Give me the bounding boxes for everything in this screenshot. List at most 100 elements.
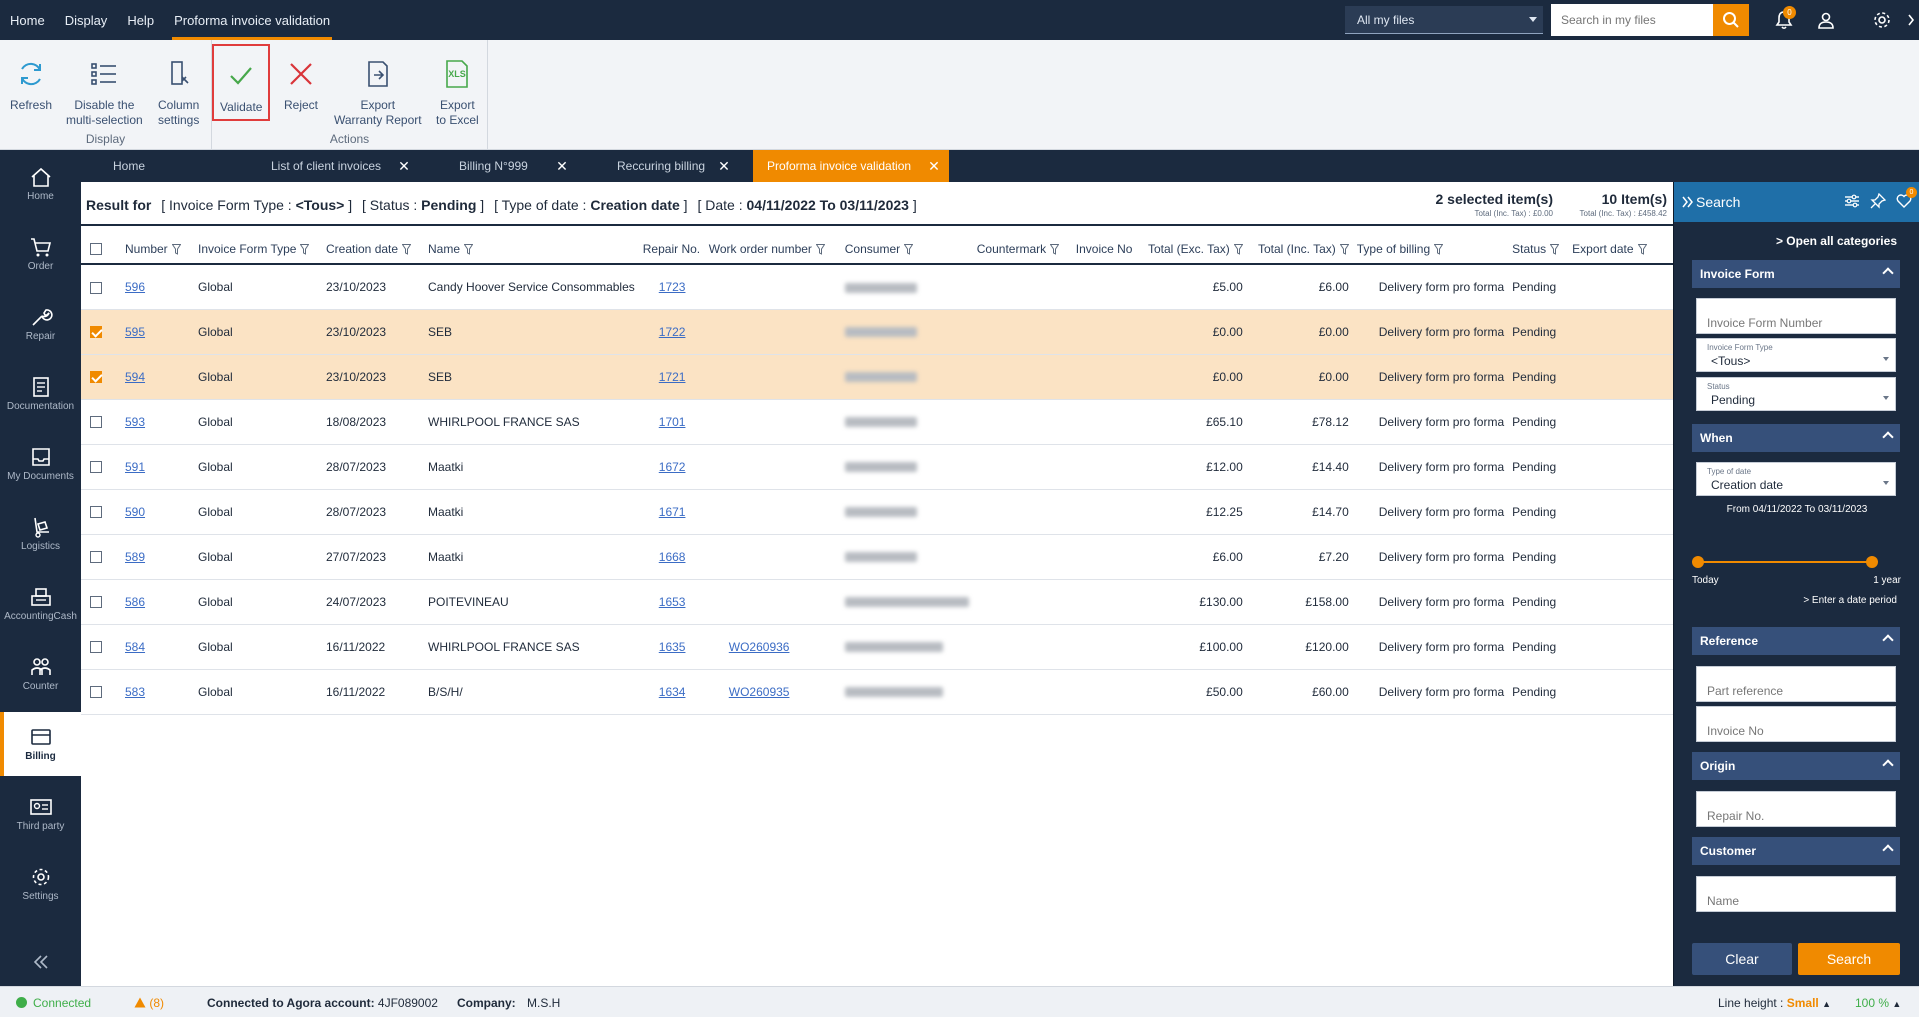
column-header-number[interactable]: Number bbox=[121, 234, 194, 265]
customer-name-input[interactable] bbox=[1696, 876, 1896, 912]
file-scope-select[interactable]: All my files bbox=[1345, 6, 1543, 34]
row-checkbox[interactable] bbox=[90, 506, 102, 519]
table-row[interactable]: 589 Global 27/07/2023 Maatki 1668 £6.00 £7.20 D… bbox=[81, 534, 1673, 580]
disable-multi-selection-button[interactable]: Disable the multi-selection bbox=[66, 44, 143, 128]
invoice-number-link[interactable]: 586 bbox=[125, 595, 145, 609]
work-order-link[interactable]: WO260935 bbox=[729, 685, 790, 699]
validate-button[interactable]: Validate bbox=[211, 44, 271, 121]
column-header-work-order-number[interactable]: Work order number bbox=[704, 234, 841, 265]
filter-icon[interactable] bbox=[1233, 243, 1243, 255]
menu-proforma-invoice-validation[interactable]: Proforma invoice validation bbox=[164, 0, 340, 40]
repair-number-link[interactable]: 1672 bbox=[659, 460, 686, 474]
invoice-number-link[interactable]: 594 bbox=[125, 370, 145, 384]
zoom-setting[interactable]: 100 % ▲ bbox=[1855, 996, 1901, 1010]
search-button[interactable]: Search bbox=[1798, 943, 1900, 975]
repair-number-link[interactable]: 1635 bbox=[659, 640, 686, 654]
tab-list-of-client-invoices[interactable]: List of client invoices ✕ bbox=[239, 150, 419, 182]
filter-icon[interactable] bbox=[171, 243, 181, 255]
type-of-date-select[interactable]: Type of date Creation date bbox=[1696, 462, 1896, 496]
nav-my-documents[interactable]: My Documents bbox=[0, 432, 81, 496]
filter-icon[interactable] bbox=[1550, 243, 1560, 255]
invoice-form-type-select[interactable]: Invoice Form Type <Tous> bbox=[1696, 338, 1896, 372]
invoice-number-link[interactable]: 596 bbox=[125, 280, 145, 294]
notifications-button[interactable]: 0 bbox=[1763, 0, 1805, 40]
line-height-setting[interactable]: Line height : Small ▲ bbox=[1718, 996, 1831, 1010]
table-row[interactable]: 596 Global 23/10/2023 Candy Hoover Service … bbox=[81, 264, 1673, 310]
nav-settings[interactable]: Settings bbox=[0, 852, 81, 916]
clear-button[interactable]: Clear bbox=[1692, 943, 1792, 975]
invoice-number-link[interactable]: 593 bbox=[125, 415, 145, 429]
global-search-input[interactable] bbox=[1551, 4, 1713, 36]
nav-third-party[interactable]: Third party bbox=[0, 782, 81, 846]
filter-icon[interactable] bbox=[815, 243, 825, 255]
invoice-number-link[interactable]: 595 bbox=[125, 325, 145, 339]
repair-number-link[interactable]: 1634 bbox=[659, 685, 686, 699]
repair-number-link[interactable]: 1722 bbox=[659, 325, 686, 339]
section-origin[interactable]: Origin bbox=[1692, 752, 1900, 780]
tab-home[interactable]: Home bbox=[81, 150, 211, 182]
open-all-categories-link[interactable]: > Open all categories bbox=[1776, 234, 1897, 248]
column-header-type-of-billing[interactable]: Type of billing bbox=[1352, 234, 1509, 265]
column-header-total-exc-tax[interactable]: Total (Exc. Tax) bbox=[1138, 234, 1247, 265]
table-row[interactable]: 586 Global 24/07/2023 POITEVINEAU 1653 £130.0… bbox=[81, 579, 1673, 625]
invoice-number-link[interactable]: 589 bbox=[125, 550, 145, 564]
date-slider-start-handle[interactable] bbox=[1692, 556, 1704, 568]
status-select[interactable]: Status Pending bbox=[1696, 377, 1896, 411]
nav-home[interactable]: Home bbox=[0, 152, 81, 216]
nav-documentation[interactable]: Documentation bbox=[0, 362, 81, 426]
filter-icon[interactable] bbox=[300, 243, 310, 255]
double-chevron-right-icon[interactable] bbox=[1682, 196, 1694, 208]
column-settings-button[interactable]: Column settings bbox=[158, 44, 199, 128]
filter-icon[interactable] bbox=[402, 243, 412, 255]
column-header-consumer[interactable]: Consumer bbox=[840, 234, 973, 265]
nav-billing[interactable]: Billing bbox=[0, 712, 81, 776]
close-icon[interactable]: ✕ bbox=[555, 159, 569, 173]
user-button[interactable] bbox=[1805, 0, 1847, 40]
global-search-button[interactable] bbox=[1713, 4, 1749, 36]
tab-billing-999[interactable]: Billing N°999 ✕ bbox=[427, 150, 577, 182]
export-excel-button[interactable]: XLS Export to Excel bbox=[436, 44, 479, 128]
table-row[interactable]: 591 Global 28/07/2023 Maatki 1672 £12.00 £14.4… bbox=[81, 444, 1673, 490]
collapse-nav-button[interactable] bbox=[0, 938, 81, 986]
repair-number-link[interactable]: 1721 bbox=[659, 370, 686, 384]
tab-reccuring-billing[interactable]: Reccuring billing ✕ bbox=[585, 150, 739, 182]
nav-order[interactable]: Order bbox=[0, 222, 81, 286]
select-all-checkbox[interactable] bbox=[90, 243, 102, 256]
date-slider-end-handle[interactable] bbox=[1866, 556, 1878, 568]
more-menu-button[interactable] bbox=[1903, 0, 1919, 40]
table-row[interactable]: 583 Global 16/11/2022 B/S/H/1634 WO260935 £50… bbox=[81, 669, 1673, 715]
settings-button[interactable] bbox=[1861, 0, 1903, 40]
export-warranty-report-button[interactable]: Export Warranty Report bbox=[334, 44, 422, 128]
column-header-invoice-no[interactable]: Invoice No bbox=[1071, 234, 1139, 265]
column-header-name[interactable]: Name bbox=[424, 234, 639, 265]
filter-icon[interactable] bbox=[1434, 243, 1444, 255]
table-row[interactable]: 584 Global 16/11/2022 WHIRLPOOL FRANCE SAS 1… bbox=[81, 624, 1673, 670]
invoice-number-link[interactable]: 584 bbox=[125, 640, 145, 654]
column-header-status[interactable]: Status bbox=[1508, 234, 1569, 265]
menu-display[interactable]: Display bbox=[55, 0, 118, 40]
filter-icon[interactable] bbox=[464, 243, 474, 255]
row-checkbox[interactable] bbox=[90, 461, 102, 474]
reject-button[interactable]: Reject bbox=[284, 44, 318, 113]
tab-proforma-invoice-validation[interactable]: Proforma invoice validation ✕ bbox=[753, 150, 949, 182]
work-order-link[interactable]: WO260936 bbox=[729, 640, 790, 654]
filter-icon[interactable] bbox=[1637, 243, 1647, 255]
column-header-total-inc-tax[interactable]: Total (Inc. Tax) bbox=[1246, 234, 1353, 265]
part-reference-input[interactable] bbox=[1696, 666, 1896, 702]
column-header-repair-no[interactable]: Repair No. bbox=[638, 234, 705, 265]
nav-counter[interactable]: Counter bbox=[0, 642, 81, 706]
row-checkbox[interactable] bbox=[90, 416, 102, 429]
repair-number-link[interactable]: 1723 bbox=[659, 280, 686, 294]
invoice-no-input[interactable] bbox=[1696, 706, 1896, 742]
invoice-number-link[interactable]: 591 bbox=[125, 460, 145, 474]
close-icon[interactable]: ✕ bbox=[717, 159, 731, 173]
column-header-countermark[interactable]: Countermark bbox=[972, 234, 1072, 265]
invoice-number-link[interactable]: 583 bbox=[125, 685, 145, 699]
filter-icon[interactable] bbox=[1339, 243, 1349, 255]
repair-no-input[interactable] bbox=[1696, 791, 1896, 827]
close-icon[interactable]: ✕ bbox=[397, 159, 411, 173]
warnings-indicator[interactable]: (8) bbox=[134, 996, 164, 1010]
row-checkbox[interactable] bbox=[90, 371, 102, 384]
nav-repair[interactable]: Repair bbox=[0, 292, 81, 356]
menu-home[interactable]: Home bbox=[0, 0, 55, 40]
